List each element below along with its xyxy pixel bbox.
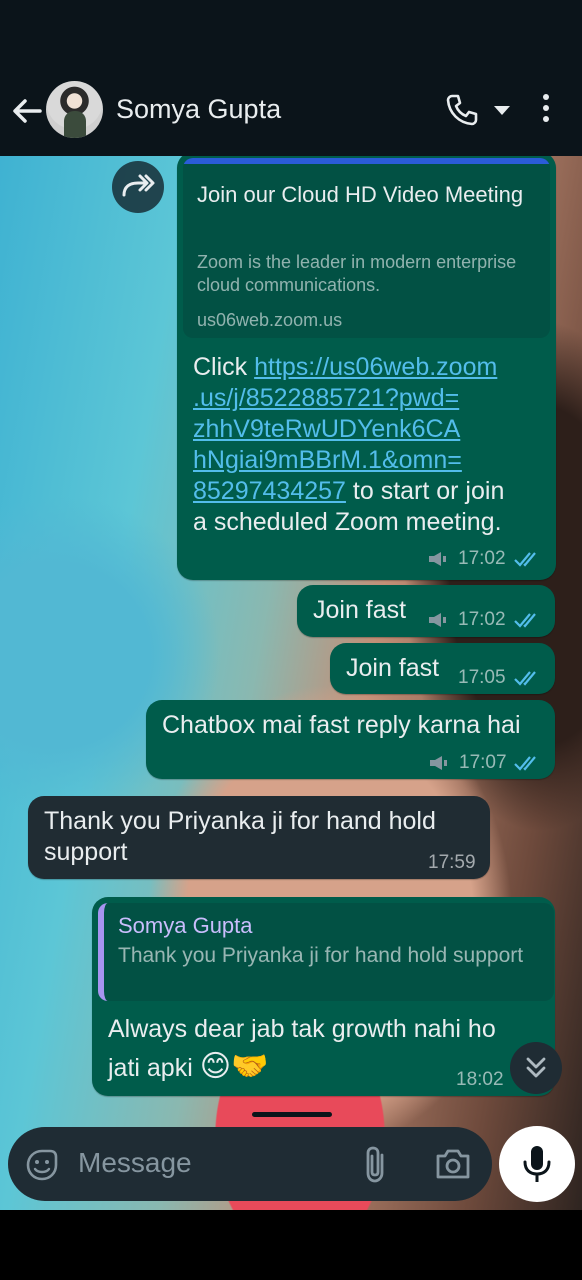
- message-suffix: to start or join: [345, 477, 505, 505]
- message-text: Thank you Priyanka ji for hand hold supp…: [44, 807, 436, 866]
- zoom-message-text: Click https://us06web.zoom .us/j/8522885…: [193, 352, 543, 538]
- contact-name[interactable]: Somya Gupta: [116, 94, 281, 125]
- dropdown-caret-icon[interactable]: [494, 106, 510, 115]
- emoji-text: 😊🤝: [199, 1050, 269, 1083]
- speaker-icon: [429, 552, 446, 566]
- message-prefix: Click: [193, 353, 255, 381]
- attach-icon[interactable]: [360, 1145, 392, 1183]
- preview-description: Zoom is the leader in modern enterprise …: [197, 252, 517, 295]
- quoted-text: Thank you Priyanka ji for hand hold supp…: [118, 944, 524, 967]
- message-time: 17:05: [458, 667, 506, 688]
- status-bar: [0, 0, 582, 64]
- message-bubble[interactable]: Join fast 17:05: [330, 643, 555, 694]
- message-input[interactable]: Message: [78, 1147, 192, 1179]
- more-options-icon[interactable]: [538, 94, 554, 128]
- zoom-message-bubble[interactable]: Join our Cloud HD Video Meeting Zoom is …: [177, 156, 556, 580]
- scroll-handle: [252, 1112, 332, 1117]
- message-time: 17:07: [459, 752, 507, 773]
- system-nav-bar: [0, 1210, 582, 1280]
- chat-header: Somya Gupta: [0, 64, 582, 156]
- message-bubble[interactable]: Chatbox mai fast reply karna hai 17:07: [146, 700, 555, 779]
- camera-icon[interactable]: [434, 1147, 472, 1181]
- mic-button[interactable]: [499, 1126, 575, 1202]
- preview-accent-bar: [183, 158, 550, 164]
- double-check-icon: [514, 552, 536, 567]
- speaker-icon: [429, 613, 446, 627]
- message-text: Join fast: [346, 654, 440, 682]
- back-arrow-icon[interactable]: [10, 94, 44, 128]
- speaker-icon: [430, 756, 447, 770]
- message-input-bar[interactable]: Message: [8, 1127, 492, 1201]
- preview-title: Join our Cloud HD Video Meeting: [197, 182, 524, 207]
- zoom-link-line2[interactable]: .us/j/8522885721?pwd=: [193, 384, 459, 412]
- chat-area: Join our Cloud HD Video Meeting Zoom is …: [0, 156, 582, 1210]
- mic-icon: [523, 1146, 551, 1182]
- scroll-down-button[interactable]: [510, 1042, 562, 1094]
- message-time: 18:02: [456, 1069, 504, 1090]
- message-time: 17:59: [428, 852, 476, 873]
- message-text: Chatbox mai fast reply karna hai: [162, 711, 521, 739]
- message-time: 17:02: [458, 548, 506, 569]
- quoted-sender: Somya Gupta: [118, 913, 253, 938]
- sticker-icon[interactable]: [24, 1147, 60, 1183]
- quoted-message[interactable]: Somya Gupta Thank you Priyanka ji for ha…: [98, 903, 554, 1001]
- double-check-icon: [514, 671, 536, 686]
- message-time: 17:02: [458, 609, 506, 630]
- double-check-icon: [514, 613, 536, 628]
- message-text: Join fast: [313, 596, 407, 624]
- avatar[interactable]: [46, 81, 103, 138]
- forward-button[interactable]: [112, 161, 164, 213]
- phone-icon[interactable]: [444, 92, 480, 128]
- scroll-down-icon: [526, 1057, 546, 1078]
- zoom-link-line3[interactable]: zhhV9teRwUDYenk6CA: [193, 415, 460, 443]
- reply-message-bubble[interactable]: Somya Gupta Thank you Priyanka ji for ha…: [92, 897, 555, 1096]
- message-line6: a scheduled Zoom meeting.: [193, 508, 502, 536]
- preview-domain: us06web.zoom.us: [197, 310, 343, 330]
- link-preview[interactable]: Join our Cloud HD Video Meeting Zoom is …: [183, 158, 550, 338]
- reply-text: Always dear jab tak growth nahi ho jati …: [108, 1015, 496, 1082]
- zoom-link-line5[interactable]: 85297434257: [193, 477, 346, 505]
- message-bubble[interactable]: Join fast 17:02: [297, 585, 555, 637]
- forward-icon: [122, 174, 155, 197]
- double-check-icon: [514, 756, 536, 771]
- incoming-message-bubble[interactable]: Thank you Priyanka ji for hand hold supp…: [28, 796, 490, 879]
- zoom-link-line1[interactable]: https://us06web.zoom: [254, 353, 497, 381]
- zoom-link-line4[interactable]: hNgiai9mBBrM.1&omn=: [193, 446, 462, 474]
